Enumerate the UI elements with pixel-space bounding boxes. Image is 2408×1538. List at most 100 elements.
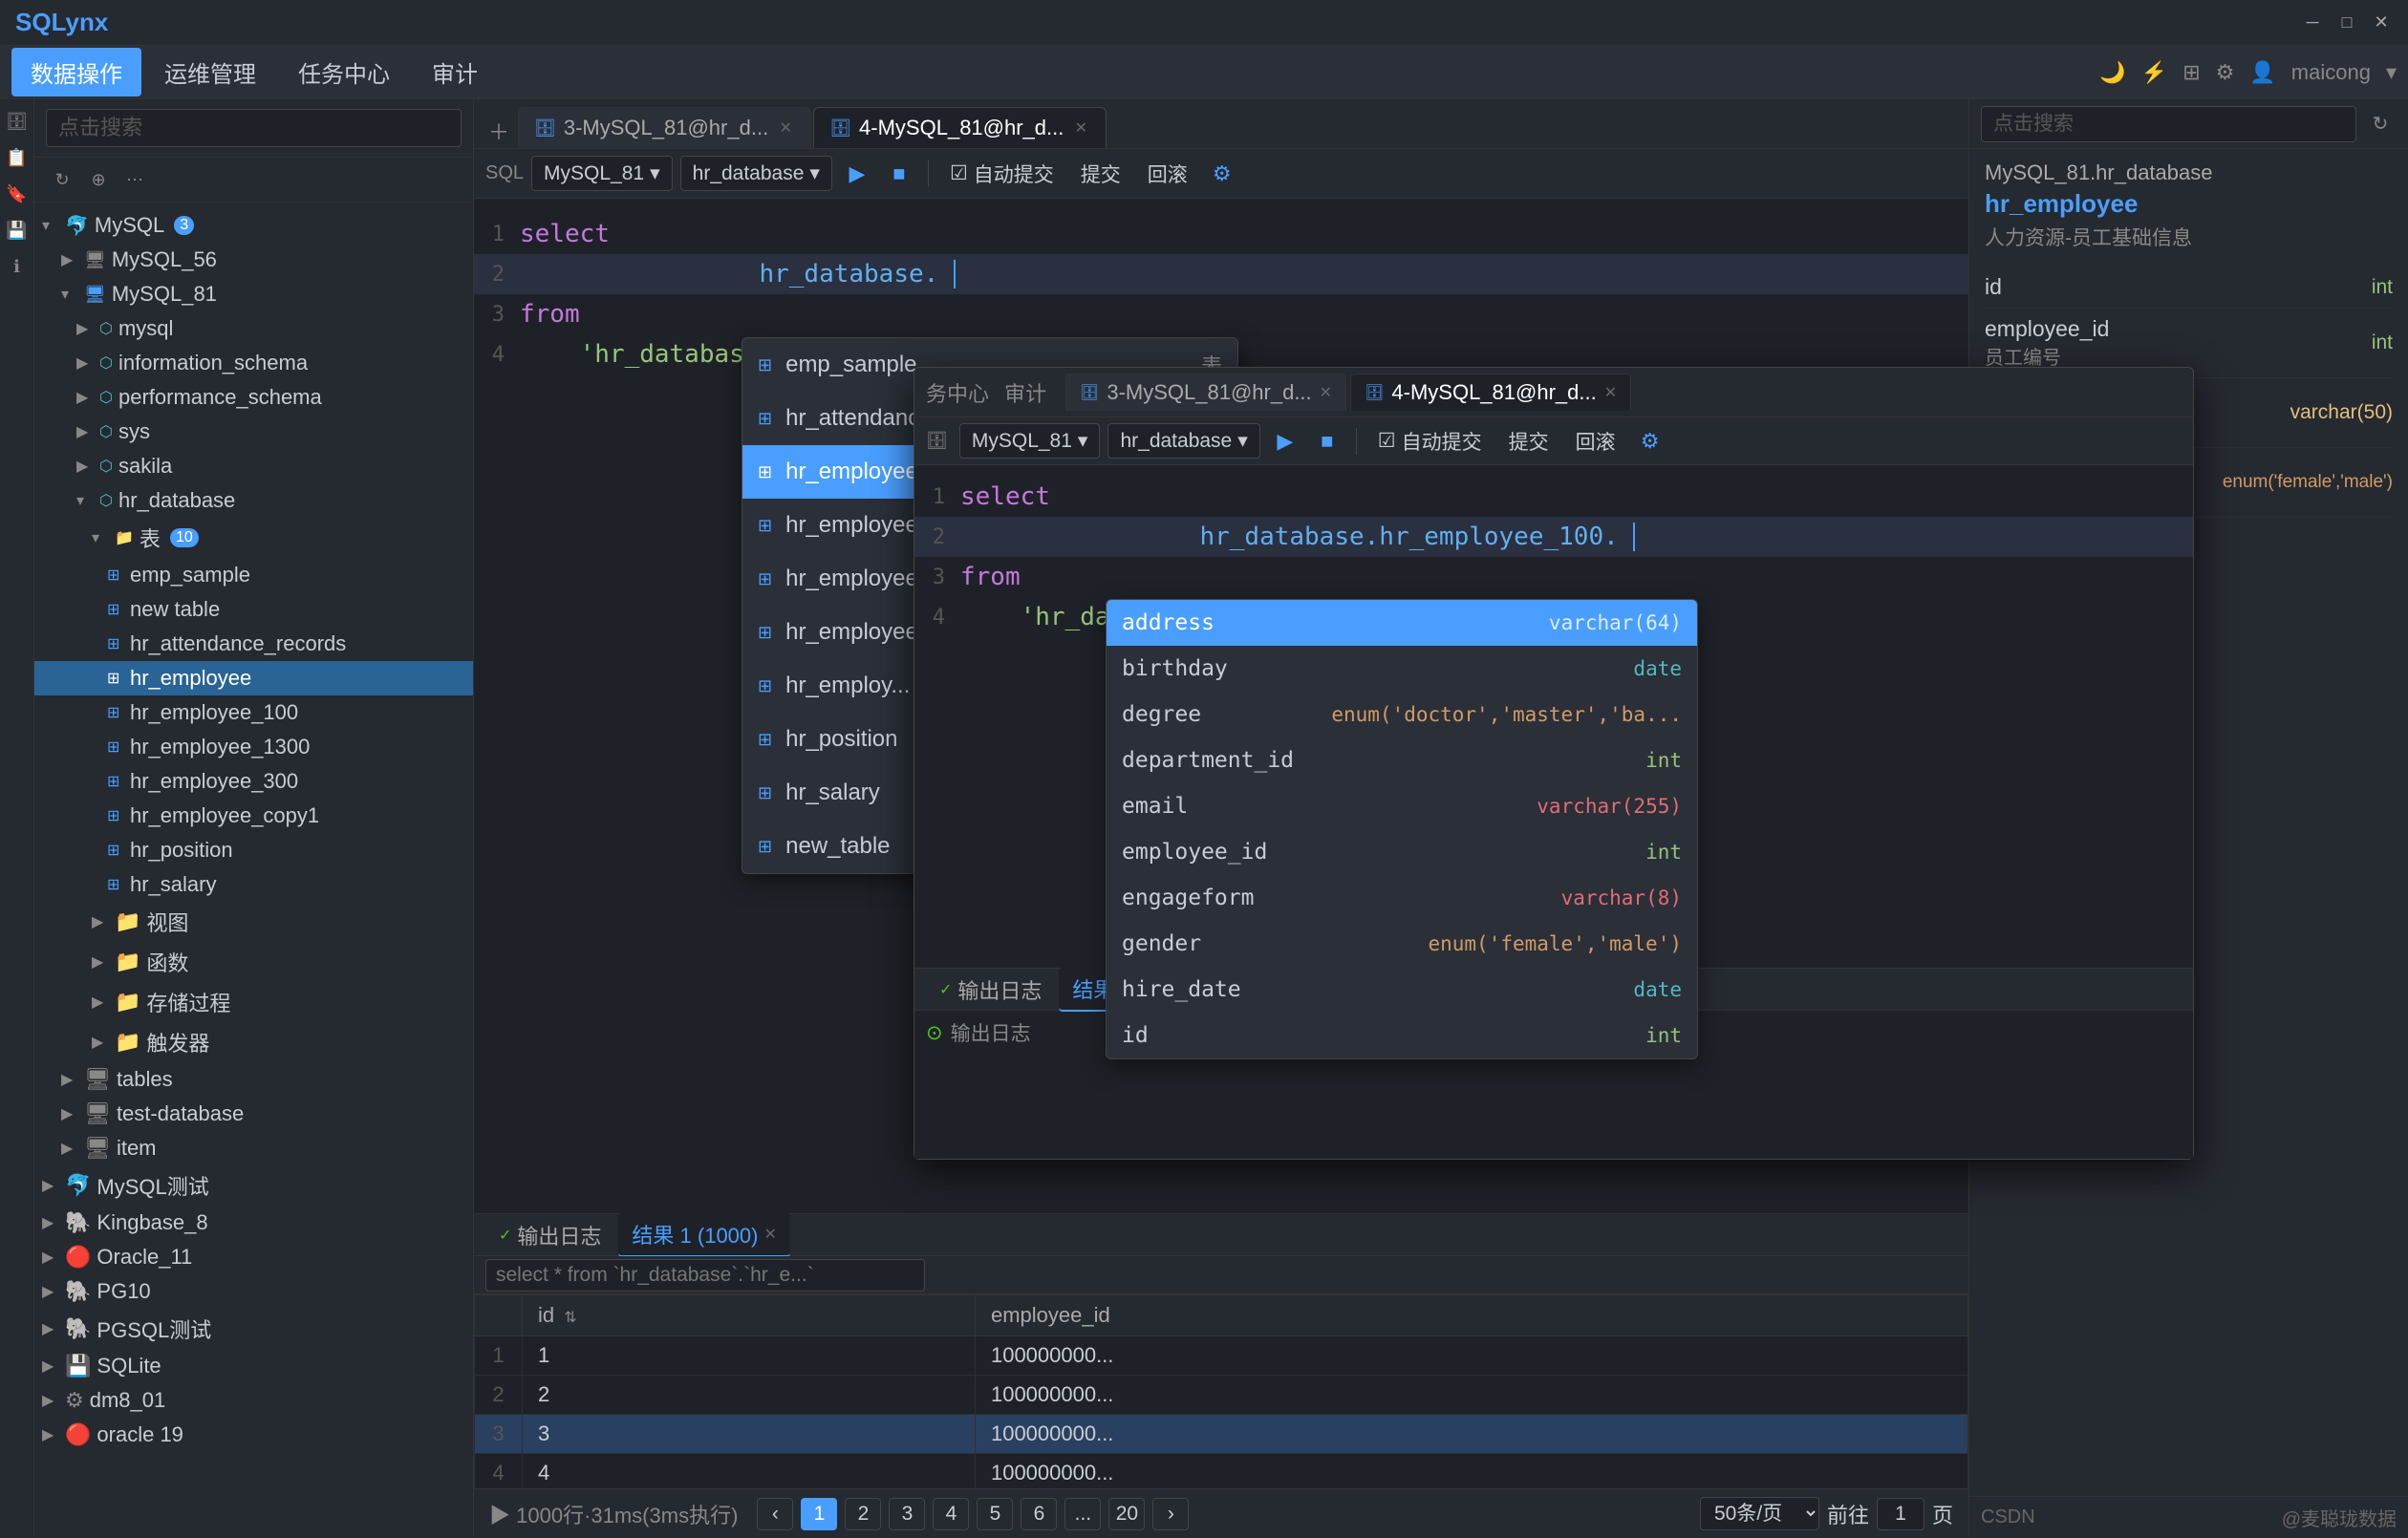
sidebar-item-hr-employee-copy1[interactable]: ⊞ hr_employee_copy1 — [34, 799, 473, 833]
maximize-button[interactable]: □ — [2335, 11, 2358, 34]
overlay-database-select[interactable]: hr_database ▾ — [1107, 423, 1259, 459]
page-size-select[interactable]: 50条/页 100条/页 200条/页 — [1700, 1497, 1819, 1530]
overlay-bottom-tab-log[interactable]: ✓ 输出日志 — [926, 969, 1055, 1011]
page-dots-button[interactable]: ... — [1064, 1498, 1101, 1530]
fac-item-hire-date[interactable]: hire_date date — [1107, 967, 1697, 1013]
sidebar-item-views[interactable]: ▶ 📁 视图 — [34, 902, 473, 942]
page-3-button[interactable]: 3 — [889, 1498, 925, 1530]
fac-item-id[interactable]: id int — [1107, 1013, 1697, 1058]
bottom-tab-results[interactable]: 结果 1 (1000) ✕ — [618, 1213, 789, 1257]
save-icon[interactable]: 💾 — [3, 216, 32, 245]
field-autocomplete-dropdown[interactable]: address varchar(64) birthday date degree… — [1106, 599, 1698, 1059]
menu-item-tasks[interactable]: 任务中心 — [279, 48, 409, 96]
grid-icon[interactable]: ⊞ — [2182, 60, 2200, 85]
filter-btn[interactable]: ⋯ — [118, 163, 151, 196]
sidebar-item-triggers[interactable]: ▶ 📁 触发器 — [34, 1022, 473, 1062]
tab-close-button[interactable]: ✕ — [776, 118, 795, 138]
table-row[interactable]: 3 3 100000000... — [475, 1415, 1968, 1454]
goto-page-input[interactable] — [1877, 1498, 1924, 1530]
sidebar-item-hr-position[interactable]: ⊞ hr_position — [34, 833, 473, 867]
sidebar-item-hr-employee-100[interactable]: ⊞ hr_employee_100 — [34, 695, 473, 730]
table-row[interactable]: 4 4 100000000... — [475, 1454, 1968, 1489]
sidebar-item-item[interactable]: ▶ 🖥 item — [34, 1131, 473, 1165]
tab-4[interactable]: 🗄 4-MySQL_81@hr_d... ✕ — [813, 107, 1107, 148]
page-20-button[interactable]: 20 — [1108, 1498, 1145, 1530]
sidebar-item-mysql3[interactable]: ▾ 🐬 MySQL 3 — [34, 208, 473, 243]
sidebar-item-dm8[interactable]: ▶ ⚙ dm8_01 — [34, 1383, 473, 1418]
connection-select[interactable]: MySQL_81 ▾ — [531, 156, 673, 191]
refresh-btn[interactable]: ↻ — [46, 163, 78, 196]
sidebar-item-kingbase8[interactable]: ▶ 🐘 Kingbase_8 — [34, 1206, 473, 1240]
sidebar-item-emp-sample[interactable]: ⊞ emp_sample — [34, 558, 473, 592]
overlay-rollback-button[interactable]: 回滚 — [1566, 422, 1625, 460]
rollback-button[interactable]: 回滚 — [1138, 155, 1197, 193]
fac-item-gender[interactable]: gender enum('female','male') — [1107, 921, 1697, 967]
overlay-editor[interactable]: 1 select 2 hr_database.hr_employee_100. … — [914, 465, 2193, 968]
overlay-stop-button[interactable]: ■ — [1310, 424, 1344, 459]
page-1-button[interactable]: 1 — [801, 1498, 837, 1530]
overlay-menu-1[interactable]: 务中心 — [926, 377, 989, 408]
results-search-input[interactable] — [485, 1259, 925, 1292]
lang-icon[interactable]: ⚡ — [2141, 60, 2167, 85]
page-6-button[interactable]: 6 — [1021, 1498, 1057, 1530]
sidebar-item-procedures[interactable]: ▶ 📁 存储过程 — [34, 982, 473, 1022]
overlay-submit-button[interactable]: 提交 — [1499, 422, 1559, 460]
tab-3[interactable]: 🗄 3-MySQL_81@hr_d... ✕ — [518, 107, 811, 148]
sidebar-item-hr-attendance[interactable]: ⊞ hr_attendance_records — [34, 627, 473, 661]
db-icon[interactable]: 🗄 — [3, 107, 32, 136]
theme-toggle[interactable]: 🌙 — [2099, 60, 2125, 85]
menu-item-ops[interactable]: 运维管理 — [145, 48, 275, 96]
sidebar-item-mysql81[interactable]: ▾ 🖥 MySQL_81 — [34, 277, 473, 311]
overlay-settings-button[interactable]: ⚙ — [1633, 424, 1667, 459]
fac-item-address[interactable]: address varchar(64) — [1107, 600, 1697, 646]
overlay-tab-3[interactable]: 🗄 3-MySQL_81@hr_d... ✕ — [1065, 374, 1346, 411]
close-icon[interactable]: ✕ — [1604, 383, 1617, 402]
overlay-connection-select[interactable]: MySQL_81 ▾ — [959, 423, 1101, 459]
sidebar-search-input[interactable] — [46, 109, 462, 147]
run-button[interactable]: ▶ — [840, 157, 874, 191]
right-search-input[interactable] — [1981, 106, 2356, 142]
sidebar-item-hr-salary[interactable]: ⊞ hr_salary — [34, 867, 473, 902]
fac-item-degree[interactable]: degree enum('doctor','master','ba... — [1107, 692, 1697, 737]
close-icon[interactable]: ✕ — [1320, 383, 1332, 402]
add-btn[interactable]: ⊕ — [82, 163, 115, 196]
sidebar-item-hr-employee-1300[interactable]: ⊞ hr_employee_1300 — [34, 730, 473, 764]
fac-item-employee-id[interactable]: employee_id int — [1107, 829, 1697, 875]
bookmark-icon[interactable]: 🔖 — [3, 180, 32, 208]
next-page-button[interactable]: › — [1152, 1498, 1189, 1530]
menu-item-data[interactable]: 数据操作 — [11, 48, 141, 96]
fac-item-department-id[interactable]: department_id int — [1107, 737, 1697, 783]
close-icon[interactable]: ✕ — [763, 1225, 776, 1244]
sidebar-item-mysql56[interactable]: ▶ 🖥 MySQL_56 — [34, 243, 473, 277]
tab-close-button[interactable]: ✕ — [1071, 118, 1090, 138]
table-row[interactable]: 2 2 100000000... — [475, 1376, 1968, 1415]
settings-icon[interactable]: ⚙ — [2216, 60, 2235, 85]
add-tab-button[interactable]: ＋ — [482, 114, 516, 148]
close-button[interactable]: ✕ — [2370, 11, 2393, 34]
fac-item-birthday[interactable]: birthday date — [1107, 646, 1697, 692]
prev-page-button[interactable]: ‹ — [757, 1498, 793, 1530]
page-5-button[interactable]: 5 — [977, 1498, 1013, 1530]
sidebar-item-tables-folder[interactable]: ▾ 📁 表 10 — [34, 518, 473, 558]
fac-item-engageform[interactable]: engageform varchar(8) — [1107, 875, 1697, 921]
sidebar-item-mysql-test[interactable]: ▶ 🐬 MySQL测试 — [34, 1165, 473, 1206]
fac-item-email[interactable]: email varchar(255) — [1107, 783, 1697, 829]
sidebar-item-hr-database[interactable]: ▾ ⬡ hr_database — [34, 483, 473, 518]
history-icon[interactable]: 📋 — [3, 143, 32, 172]
sidebar-item-test-db[interactable]: ▶ 🖥 test-database — [34, 1097, 473, 1131]
user-dropdown[interactable]: ▾ — [2386, 60, 2397, 85]
employee-id-column-header[interactable]: employee_id — [975, 1295, 1967, 1336]
sidebar-item-information[interactable]: ▶ ⬡ information_schema — [34, 346, 473, 380]
sidebar-item-hr-employee[interactable]: ⊞ hr_employee — [34, 661, 473, 695]
overlay-auto-commit-button[interactable]: ☑ 自动提交 — [1368, 422, 1492, 460]
sidebar-item-sakila[interactable]: ▶ ⬡ sakila — [34, 449, 473, 483]
id-column-header[interactable]: id ⇅ — [523, 1295, 976, 1336]
right-refresh-button[interactable]: ↻ — [2364, 108, 2397, 140]
stop-button[interactable]: ■ — [882, 157, 916, 191]
sidebar-item-sys[interactable]: ▶ ⬡ sys — [34, 415, 473, 449]
minimize-button[interactable]: ─ — [2301, 11, 2324, 34]
settings-button[interactable]: ⚙ — [1205, 157, 1239, 191]
sidebar-item-oracle19[interactable]: ▶ 🔴 oracle 19 — [34, 1418, 473, 1452]
menu-item-audit[interactable]: 审计 — [413, 48, 497, 96]
database-select[interactable]: hr_database ▾ — [680, 156, 832, 191]
